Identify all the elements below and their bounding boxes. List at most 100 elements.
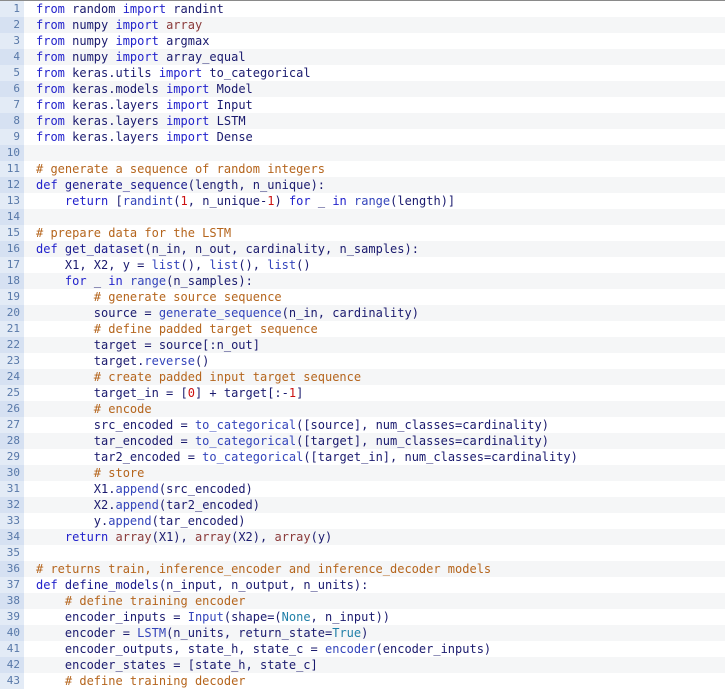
code-text[interactable] <box>24 545 725 561</box>
code-text[interactable]: encoder_states = [state_h, state_c] <box>24 657 725 673</box>
code-line[interactable]: 15# prepare data for the LSTM <box>0 225 725 241</box>
code-token: def <box>36 178 58 192</box>
code-text[interactable]: X1, X2, y = list(), list(), list() <box>24 257 725 273</box>
code-text[interactable]: from numpy import array <box>24 17 725 33</box>
code-line[interactable]: 39 encoder_inputs = Input(shape=(None, n… <box>0 609 725 625</box>
code-line[interactable]: 11# generate a sequence of random intege… <box>0 161 725 177</box>
code-line[interactable]: 36# returns train, inference_encoder and… <box>0 561 725 577</box>
code-line[interactable]: 40 encoder = LSTM(n_units, return_state=… <box>0 625 725 641</box>
code-line[interactable]: 28 tar_encoded = to_categorical([target]… <box>0 433 725 449</box>
code-text[interactable]: encoder_inputs = Input(shape=(None, n_in… <box>24 609 725 625</box>
code-text[interactable]: return array(X1), array(X2), array(y) <box>24 529 725 545</box>
code-text[interactable]: source = generate_sequence(n_in, cardina… <box>24 305 725 321</box>
code-text[interactable]: # prepare data for the LSTM <box>24 225 725 241</box>
code-line[interactable]: 32 X2.append(tar2_encoded) <box>0 497 725 513</box>
code-text[interactable] <box>24 209 725 225</box>
code-text[interactable]: encoder_outputs, state_h, state_c = enco… <box>24 641 725 657</box>
code-text[interactable]: def define_models(n_input, n_output, n_u… <box>24 577 725 593</box>
code-text[interactable]: # store <box>24 465 725 481</box>
code-line[interactable]: 25 target_in = [0] + target[:-1] <box>0 385 725 401</box>
code-line[interactable]: 4from numpy import array_equal <box>0 49 725 65</box>
code-line[interactable]: 7from keras.layers import Input <box>0 97 725 113</box>
line-number: 9 <box>0 129 24 145</box>
code-text[interactable]: encoder = LSTM(n_units, return_state=Tru… <box>24 625 725 641</box>
code-line[interactable]: 29 tar2_encoded = to_categorical([target… <box>0 449 725 465</box>
code-text[interactable]: from keras.layers import LSTM <box>24 113 725 129</box>
code-token: ([source], num_classes=cardinality) <box>296 418 549 432</box>
code-text[interactable]: tar2_encoded = to_categorical([target_in… <box>24 449 725 465</box>
code-line[interactable]: 33 y.append(tar_encoded) <box>0 513 725 529</box>
code-text[interactable]: # encode <box>24 401 725 417</box>
code-line[interactable]: 13 return [randint(1, n_unique-1) for _ … <box>0 193 725 209</box>
code-line[interactable]: 17 X1, X2, y = list(), list(), list() <box>0 257 725 273</box>
code-line[interactable]: 5from keras.utils import to_categorical <box>0 65 725 81</box>
code-line[interactable]: 43 # define training decoder <box>0 673 725 689</box>
code-line[interactable]: 2from numpy import array <box>0 17 725 33</box>
code-text[interactable]: def generate_sequence(length, n_unique): <box>24 177 725 193</box>
code-line[interactable]: 9from keras.layers import Dense <box>0 129 725 145</box>
code-line[interactable]: 41 encoder_outputs, state_h, state_c = e… <box>0 641 725 657</box>
code-line[interactable]: 20 source = generate_sequence(n_in, card… <box>0 305 725 321</box>
code-line[interactable]: 6from keras.models import Model <box>0 81 725 97</box>
code-text[interactable]: from numpy import array_equal <box>24 49 725 65</box>
code-line[interactable]: 24 # create padded input target sequence <box>0 369 725 385</box>
code-token: for <box>65 274 87 288</box>
code-line[interactable]: 30 # store <box>0 465 725 481</box>
code-line[interactable]: 8from keras.layers import LSTM <box>0 113 725 129</box>
code-text[interactable]: # define padded target sequence <box>24 321 725 337</box>
code-token: src_encoded = <box>36 418 195 432</box>
code-line[interactable]: 10 <box>0 145 725 161</box>
code-token: () <box>195 354 209 368</box>
code-text[interactable]: from keras.models import Model <box>24 81 725 97</box>
code-text[interactable]: return [randint(1, n_unique-1) for _ in … <box>24 193 725 209</box>
code-token <box>108 530 115 544</box>
code-text[interactable]: from keras.layers import Dense <box>24 129 725 145</box>
code-line[interactable]: 23 target.reverse() <box>0 353 725 369</box>
code-text[interactable]: # define training decoder <box>24 673 725 689</box>
code-text[interactable]: X2.append(tar2_encoded) <box>24 497 725 513</box>
code-line[interactable]: 3from numpy import argmax <box>0 33 725 49</box>
code-text[interactable] <box>24 145 725 161</box>
code-line[interactable]: 38 # define training encoder <box>0 593 725 609</box>
code-line[interactable]: 19 # generate source sequence <box>0 289 725 305</box>
code-text[interactable]: y.append(tar_encoded) <box>24 513 725 529</box>
code-text[interactable]: from keras.utils import to_categorical <box>24 65 725 81</box>
code-text[interactable]: tar_encoded = to_categorical([target], n… <box>24 433 725 449</box>
code-text[interactable]: from keras.layers import Input <box>24 97 725 113</box>
code-text[interactable]: from random import randint <box>24 1 725 17</box>
code-line[interactable]: 27 src_encoded = to_categorical([source]… <box>0 417 725 433</box>
line-number: 7 <box>0 97 24 113</box>
code-text[interactable]: # generate source sequence <box>24 289 725 305</box>
line-number: 14 <box>0 209 24 225</box>
code-line[interactable]: 42 encoder_states = [state_h, state_c] <box>0 657 725 673</box>
code-text[interactable]: target.reverse() <box>24 353 725 369</box>
code-line[interactable]: 31 X1.append(src_encoded) <box>0 481 725 497</box>
code-line[interactable]: 1from random import randint <box>0 1 725 17</box>
code-token: append <box>115 482 158 496</box>
code-text[interactable]: for _ in range(n_samples): <box>24 273 725 289</box>
code-token: Dense <box>209 130 252 144</box>
code-line[interactable]: 35 <box>0 545 725 561</box>
code-text[interactable]: target_in = [0] + target[:-1] <box>24 385 725 401</box>
code-token: X2. <box>36 498 115 512</box>
code-line[interactable]: 12def generate_sequence(length, n_unique… <box>0 177 725 193</box>
code-text[interactable]: src_encoded = to_categorical([source], n… <box>24 417 725 433</box>
code-line[interactable]: 14 <box>0 209 725 225</box>
code-text[interactable]: # returns train, inference_encoder and i… <box>24 561 725 577</box>
code-token: target_in = [ <box>36 386 188 400</box>
code-text[interactable]: target = source[:n_out] <box>24 337 725 353</box>
code-listing[interactable]: 1from random import randint2from numpy i… <box>0 0 725 690</box>
code-text[interactable]: from numpy import argmax <box>24 33 725 49</box>
code-line[interactable]: 21 # define padded target sequence <box>0 321 725 337</box>
code-text[interactable]: # generate a sequence of random integers <box>24 161 725 177</box>
code-text[interactable]: # create padded input target sequence <box>24 369 725 385</box>
code-line[interactable]: 37def define_models(n_input, n_output, n… <box>0 577 725 593</box>
code-line[interactable]: 22 target = source[:n_out] <box>0 337 725 353</box>
code-text[interactable]: X1.append(src_encoded) <box>24 481 725 497</box>
code-line[interactable]: 26 # encode <box>0 401 725 417</box>
code-line[interactable]: 18 for _ in range(n_samples): <box>0 273 725 289</box>
code-text[interactable]: # define training encoder <box>24 593 725 609</box>
code-line[interactable]: 34 return array(X1), array(X2), array(y) <box>0 529 725 545</box>
code-text[interactable]: def get_dataset(n_in, n_out, cardinality… <box>24 241 725 257</box>
code-line[interactable]: 16def get_dataset(n_in, n_out, cardinali… <box>0 241 725 257</box>
